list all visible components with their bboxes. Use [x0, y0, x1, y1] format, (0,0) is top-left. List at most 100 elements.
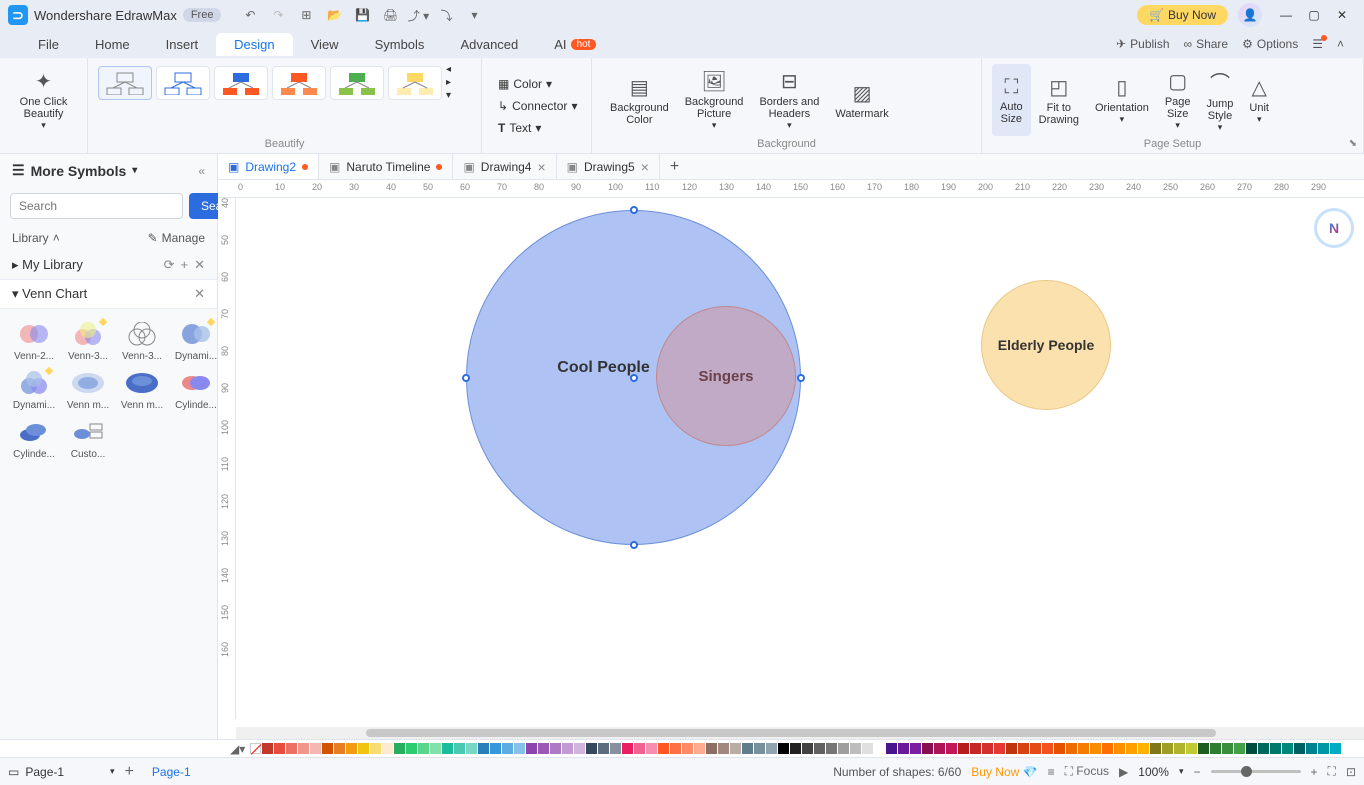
jump-style-button[interactable]: ⌒Jump Style ▾ — [1199, 64, 1242, 136]
color-swatch[interactable] — [1306, 743, 1317, 754]
color-swatch[interactable] — [394, 743, 405, 754]
color-swatch[interactable] — [682, 743, 693, 754]
close-lib-icon[interactable]: ✕ — [194, 257, 205, 273]
close-tab-icon[interactable]: × — [641, 159, 649, 175]
color-swatch[interactable] — [526, 743, 537, 754]
menu-insert[interactable]: Insert — [148, 33, 217, 56]
focus-button[interactable]: ⛶ Focus — [1065, 764, 1109, 779]
color-swatch[interactable] — [718, 743, 729, 754]
shape-cylinder-2[interactable]: Cylinde... — [8, 415, 60, 462]
color-swatch[interactable] — [298, 743, 309, 754]
color-swatch[interactable] — [262, 743, 273, 754]
text-dropdown[interactable]: TText ▾ — [492, 118, 581, 138]
color-swatch[interactable] — [418, 743, 429, 754]
color-swatch[interactable] — [694, 743, 705, 754]
color-swatch[interactable] — [1186, 743, 1197, 754]
color-swatch[interactable] — [826, 743, 837, 754]
color-swatch[interactable] — [1282, 743, 1293, 754]
auto-size-button[interactable]: ⛶Auto Size — [992, 64, 1031, 136]
venn-circle-elderly[interactable]: Elderly People — [981, 280, 1111, 410]
color-swatch[interactable] — [1150, 743, 1161, 754]
color-swatch[interactable] — [838, 743, 849, 754]
qat-more-button[interactable]: ▾ — [463, 4, 485, 26]
publish-button[interactable]: ✈Publish — [1116, 37, 1169, 51]
menu-view[interactable]: View — [293, 33, 357, 56]
color-swatch[interactable] — [370, 743, 381, 754]
canvas[interactable]: Cool People Singers Elderly People N — [236, 198, 1364, 719]
color-swatch[interactable] — [1318, 743, 1329, 754]
import-button[interactable]: ⤵ — [435, 4, 457, 26]
color-swatch[interactable] — [946, 743, 957, 754]
styles-next-button[interactable]: ▸ — [446, 77, 451, 88]
color-swatch[interactable] — [982, 743, 993, 754]
color-swatch[interactable] — [958, 743, 969, 754]
color-swatch[interactable] — [562, 743, 573, 754]
open-button[interactable]: 📂 — [323, 4, 345, 26]
color-swatch[interactable] — [634, 743, 645, 754]
color-dropdown[interactable]: ▦Color ▾ — [492, 74, 581, 94]
shape-venn-m2[interactable]: Venn m... — [116, 366, 168, 413]
undo-button[interactable]: ↶ — [239, 4, 261, 26]
color-swatch[interactable] — [778, 743, 789, 754]
color-swatch[interactable] — [766, 743, 777, 754]
color-swatch[interactable] — [658, 743, 669, 754]
color-swatch[interactable] — [286, 743, 297, 754]
venn-chart-toggle[interactable]: ▾ Venn Chart — [12, 286, 87, 302]
color-swatch[interactable] — [1030, 743, 1041, 754]
color-swatch[interactable] — [742, 743, 753, 754]
tab-naruto[interactable]: ▣Naruto Timeline — [319, 154, 453, 179]
redo-button[interactable]: ↷ — [267, 4, 289, 26]
export-button[interactable]: ⤴ ▾ — [407, 4, 429, 26]
style-thumb-1[interactable] — [98, 66, 152, 100]
color-swatch[interactable] — [610, 743, 621, 754]
color-swatch[interactable] — [1162, 743, 1173, 754]
connector-dropdown[interactable]: ↳Connector ▾ — [492, 96, 581, 116]
save-button[interactable]: 💾 — [351, 4, 373, 26]
color-swatch[interactable] — [310, 743, 321, 754]
color-swatch[interactable] — [802, 743, 813, 754]
color-swatch[interactable] — [1042, 743, 1053, 754]
add-icon[interactable]: + — [181, 257, 189, 273]
color-swatch[interactable] — [1246, 743, 1257, 754]
shape-venn-3b[interactable]: Venn-3... — [116, 317, 168, 364]
color-swatch[interactable] — [910, 743, 921, 754]
menu-home[interactable]: Home — [77, 33, 148, 56]
unit-button[interactable]: △Unit ▾ — [1241, 64, 1277, 136]
menu-symbols[interactable]: Symbols — [357, 33, 443, 56]
color-swatch[interactable] — [1174, 743, 1185, 754]
selection-handle[interactable] — [462, 374, 470, 382]
shape-custom[interactable]: Custo... — [62, 415, 114, 462]
watermark-button[interactable]: ▨Watermark — [827, 64, 896, 136]
color-swatch[interactable] — [514, 743, 525, 754]
collapse-ribbon-button[interactable]: ˄ — [1337, 37, 1344, 51]
search-input[interactable] — [10, 193, 183, 219]
page-setup-launcher[interactable]: ⬊ — [1349, 138, 1357, 149]
selection-handle[interactable] — [630, 206, 638, 214]
minimize-button[interactable]: — — [1272, 1, 1300, 29]
color-swatch[interactable] — [706, 743, 717, 754]
one-click-beautify-button[interactable]: ✦ One Click Beautify▾ — [10, 64, 77, 136]
color-swatch[interactable] — [478, 743, 489, 754]
bg-picture-button[interactable]: 🖼Background Picture ▾ — [677, 64, 752, 136]
shape-dynamic-2[interactable]: Dynami... — [8, 366, 60, 413]
color-swatch[interactable] — [1018, 743, 1029, 754]
color-swatch[interactable] — [670, 743, 681, 754]
refresh-icon[interactable]: ⟳ — [164, 257, 175, 273]
color-swatch[interactable] — [406, 743, 417, 754]
page-tab[interactable]: Page-1 — [144, 763, 199, 781]
my-library-toggle[interactable]: ▸ My Library — [12, 257, 83, 273]
add-page-button[interactable]: + — [125, 763, 134, 781]
color-swatch[interactable] — [622, 743, 633, 754]
color-swatch[interactable] — [334, 743, 345, 754]
library-toggle[interactable]: Library ˄ — [12, 231, 60, 245]
close-venn-icon[interactable]: ✕ — [194, 286, 205, 302]
ai-assistant-button[interactable]: N — [1314, 208, 1354, 248]
color-swatch[interactable] — [322, 743, 333, 754]
color-swatch[interactable] — [646, 743, 657, 754]
new-button[interactable]: ⊞ — [295, 4, 317, 26]
color-swatch[interactable] — [1138, 743, 1149, 754]
color-swatch[interactable] — [382, 743, 393, 754]
close-tab-icon[interactable]: × — [537, 159, 545, 175]
color-swatch[interactable] — [598, 743, 609, 754]
page-size-button[interactable]: ▢Page Size ▾ — [1157, 64, 1199, 136]
